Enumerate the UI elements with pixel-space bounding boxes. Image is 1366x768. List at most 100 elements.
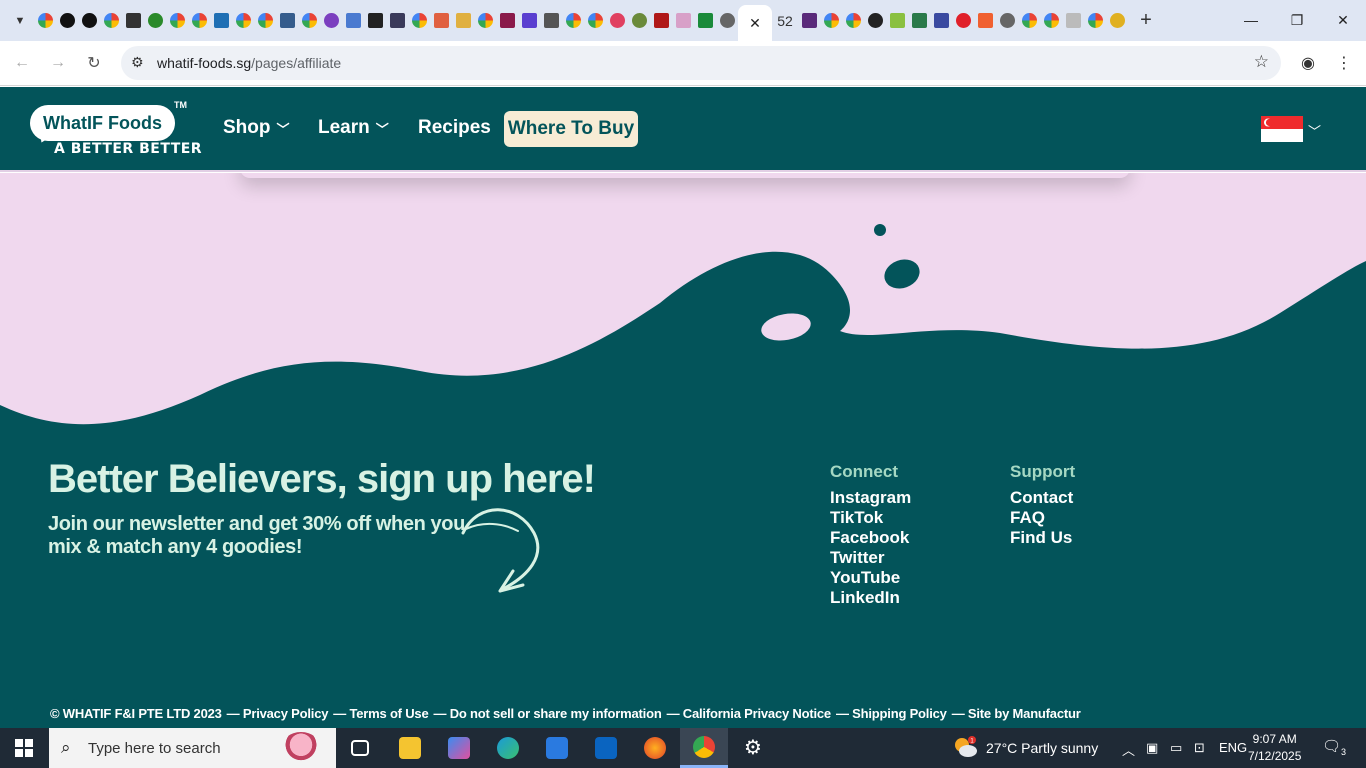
address-bar[interactable]: ⚙ whatif-foods.sg/pages/affiliate ☆ — [121, 46, 1281, 80]
tab-purple[interactable] — [320, 1, 342, 41]
tab-google-14[interactable] — [1018, 1, 1040, 41]
tab-chart[interactable] — [908, 1, 930, 41]
tab-google-4[interactable] — [188, 1, 210, 41]
link-twitter[interactable]: Twitter — [830, 548, 911, 568]
window-minimize-icon[interactable]: — — [1228, 0, 1274, 40]
forward-arrow-icon[interactable]: → — [44, 49, 72, 77]
link-youtube[interactable]: YouTube — [830, 568, 911, 588]
tab-google-2[interactable] — [100, 1, 122, 41]
tab-google-5[interactable] — [232, 1, 254, 41]
tab-google-13[interactable] — [842, 1, 864, 41]
bookmark-star-icon[interactable]: ☆ — [1254, 52, 1269, 72]
tab-google-12[interactable] — [820, 1, 842, 41]
tab-cap[interactable] — [496, 1, 518, 41]
link-site-by[interactable]: — Site by Manufactur — [952, 706, 1081, 721]
tab-shield[interactable] — [694, 1, 716, 41]
battery-icon[interactable]: ▭ — [1170, 740, 1182, 756]
tab-google-16[interactable] — [1084, 1, 1106, 41]
link-privacy-policy[interactable]: — Privacy Policy — [227, 706, 329, 721]
tab-google-6[interactable] — [254, 1, 276, 41]
url-text[interactable]: whatif-foods.sg/pages/affiliate — [157, 55, 341, 71]
nav-learn[interactable]: Learn ﹀ — [318, 117, 389, 139]
link-linkedin[interactable]: LinkedIn — [830, 588, 911, 608]
tab-k[interactable] — [342, 1, 364, 41]
window-close-icon[interactable]: ✕ — [1320, 0, 1366, 40]
link-instagram[interactable]: Instagram — [830, 488, 911, 508]
tab-google-9[interactable] — [474, 1, 496, 41]
tab-xf[interactable] — [210, 1, 232, 41]
firefox-icon[interactable] — [631, 728, 679, 768]
tab-scholar[interactable] — [276, 1, 298, 41]
copilot-icon[interactable] — [435, 728, 483, 768]
tab-bolt[interactable] — [606, 1, 628, 41]
tab-orange[interactable] — [974, 1, 996, 41]
outlook-icon[interactable] — [582, 728, 630, 768]
site-info-icon[interactable]: ⚙ — [131, 54, 144, 71]
tab-panda[interactable] — [864, 1, 886, 41]
tab-flag[interactable] — [930, 1, 952, 41]
notification-center-icon[interactable]: 🗨3 — [1322, 737, 1346, 757]
new-tab-plus-icon[interactable]: + — [1132, 7, 1160, 35]
link-shipping-policy[interactable]: — Shipping Policy — [836, 706, 947, 721]
tab-circle[interactable] — [628, 1, 650, 41]
nav-recipes[interactable]: Recipes — [418, 117, 491, 139]
tab-openai[interactable] — [56, 1, 78, 41]
meet-now-icon[interactable]: ▣ — [1146, 740, 1158, 756]
chrome-icon[interactable] — [680, 728, 728, 768]
link-california-privacy[interactable]: — California Privacy Notice — [667, 706, 832, 721]
region-chevron-down-icon[interactable]: ﹀ — [1308, 121, 1321, 140]
tab-b[interactable] — [122, 1, 144, 41]
tab-ai[interactable] — [540, 1, 562, 41]
store-icon[interactable] — [533, 728, 581, 768]
tab-google-8[interactable] — [408, 1, 430, 41]
language-indicator[interactable]: ENG — [1219, 740, 1247, 755]
settings-gear-icon[interactable]: ⚙ — [729, 728, 777, 768]
tab-r[interactable] — [364, 1, 386, 41]
file-explorer-icon[interactable] — [386, 728, 434, 768]
tab-slash[interactable] — [386, 1, 408, 41]
tab-pink[interactable] — [672, 1, 694, 41]
link-tiktok[interactable]: TikTok — [830, 508, 911, 528]
tab-lines[interactable] — [430, 1, 452, 41]
tab-google[interactable] — [34, 1, 56, 41]
tab-search-chevron-icon[interactable]: ▼ — [6, 7, 34, 35]
tab-google-7[interactable] — [298, 1, 320, 41]
back-arrow-icon[interactable]: ← — [8, 49, 36, 77]
tab-wave[interactable] — [452, 1, 474, 41]
task-view-icon[interactable] — [336, 728, 384, 768]
site-logo[interactable]: WhatIF Foods — [30, 105, 175, 141]
link-faq[interactable]: FAQ — [1010, 508, 1073, 528]
windows-start-icon[interactable] — [0, 728, 48, 768]
tray-chevron-up-icon[interactable]: ︿ — [1122, 740, 1135, 759]
tab-info[interactable] — [1106, 1, 1128, 41]
tab-arxiv[interactable] — [518, 1, 540, 41]
link-terms-of-use[interactable]: — Terms of Use — [333, 706, 428, 721]
link-do-not-sell[interactable]: — Do not sell or share my information — [433, 706, 661, 721]
link-facebook[interactable]: Facebook — [830, 528, 911, 548]
tab-pen[interactable] — [1062, 1, 1084, 41]
profile-icon[interactable]: ◉ — [1294, 49, 1322, 77]
tab-google-3[interactable] — [166, 1, 188, 41]
tab-globe[interactable] — [716, 1, 738, 41]
where-to-buy-button[interactable]: Where To Buy — [504, 111, 638, 147]
tab-red[interactable] — [650, 1, 672, 41]
link-contact[interactable]: Contact — [1010, 488, 1073, 508]
nav-shop[interactable]: Shop ﹀ — [223, 117, 290, 139]
tab-52[interactable]: 52 — [772, 1, 798, 41]
tab-google-10[interactable] — [562, 1, 584, 41]
tab-globe-2[interactable] — [996, 1, 1018, 41]
tab-ip[interactable] — [798, 1, 820, 41]
tab-google-11[interactable] — [584, 1, 606, 41]
window-restore-icon[interactable]: ❐ — [1274, 0, 1320, 40]
reload-icon[interactable]: ↻ — [80, 49, 108, 77]
edge-icon[interactable] — [484, 728, 532, 768]
weather-text[interactable]: 27°C Partly sunny — [986, 740, 1098, 756]
active-tab-close-icon[interactable]: ✕ — [738, 5, 772, 41]
system-clock[interactable]: 9:07 AM 7/12/2025 — [1248, 731, 1301, 765]
weather-partly-sunny-icon[interactable]: 1 — [952, 736, 978, 758]
tab-opera[interactable] — [952, 1, 974, 41]
tab-google-15[interactable] — [1040, 1, 1062, 41]
network-icon[interactable]: ⊡ — [1194, 740, 1205, 756]
tab-green[interactable] — [144, 1, 166, 41]
singapore-flag-icon[interactable] — [1261, 116, 1303, 142]
